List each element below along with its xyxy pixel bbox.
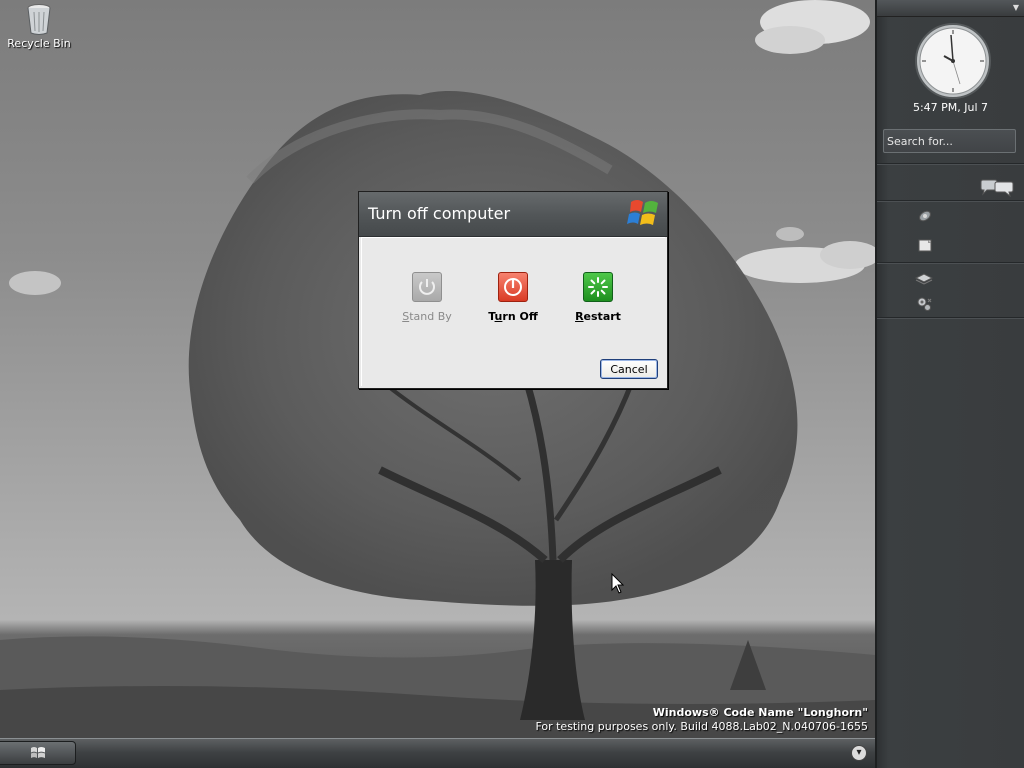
clock-time-label: 5:47 PM, Jul 7 <box>912 101 989 114</box>
sidebar-separator <box>877 200 1024 202</box>
taskbar: ▾ <box>0 738 875 768</box>
sidebar-separator <box>877 317 1024 319</box>
restart-label: Restart <box>558 310 638 323</box>
restart-mnemonic: R <box>575 310 584 323</box>
recycle-bin-label: Recycle Bin <box>7 37 71 50</box>
sidebar-separator <box>877 163 1024 165</box>
power-icon <box>504 278 522 296</box>
buddy-chat-icon[interactable] <box>980 179 1014 197</box>
satellite-icon[interactable] <box>917 208 933 224</box>
standby-button[interactable] <box>412 272 442 302</box>
watermark-subtitle: For testing purposes only. Build 4088.La… <box>535 720 868 733</box>
sidebar-search-input[interactable] <box>883 129 1016 153</box>
dialog-header: Turn off computer <box>359 192 667 237</box>
turn-off-option: Turn Off <box>473 272 553 323</box>
standby-option: Stand By <box>387 272 467 323</box>
dialog-title: Turn off computer <box>368 204 511 223</box>
build-watermark: Windows® Code Name "Longhorn" For testin… <box>535 706 868 734</box>
start-button[interactable] <box>0 741 76 765</box>
restart-button[interactable] <box>583 272 613 302</box>
sidebar-menu-arrow-icon[interactable]: ▼ <box>1013 3 1019 12</box>
chevron-down-icon[interactable]: ▾ <box>851 745 867 761</box>
gears-icon[interactable] <box>915 295 933 313</box>
restart-option: Restart <box>558 272 638 323</box>
restart-label-rest: estart <box>583 310 621 323</box>
cancel-button[interactable]: Cancel <box>600 359 658 379</box>
turn-off-label-rest: rn Off <box>502 310 538 323</box>
mouse-pointer-icon <box>611 573 625 594</box>
windows-logo-icon <box>627 200 658 225</box>
windows-flag-icon <box>30 747 45 758</box>
turn-off-button[interactable] <box>498 272 528 302</box>
stack-icon[interactable] <box>915 270 933 286</box>
turn-off-label: Turn Off <box>473 310 553 323</box>
note-icon[interactable] <box>917 237 933 253</box>
sidebar-titlebar: ▼ <box>877 0 1024 17</box>
restart-icon <box>588 277 608 297</box>
standby-label: Stand By <box>387 310 467 323</box>
recycle-bin-icon <box>27 4 51 35</box>
sidebar-separator <box>877 262 1024 264</box>
desktop-icon-recycle-bin[interactable]: Recycle Bin <box>6 2 72 50</box>
watermark-title: Windows® Code Name "Longhorn" <box>652 706 868 719</box>
standby-label-rest: tand By <box>409 310 452 323</box>
standby-power-icon <box>419 279 435 295</box>
analog-clock[interactable] <box>914 22 992 100</box>
turn-off-dialog: Turn off computer Stand By Turn Off Rest… <box>358 191 668 389</box>
sidebar: ▼ 5:47 PM, Jul 7 <box>875 0 1024 768</box>
